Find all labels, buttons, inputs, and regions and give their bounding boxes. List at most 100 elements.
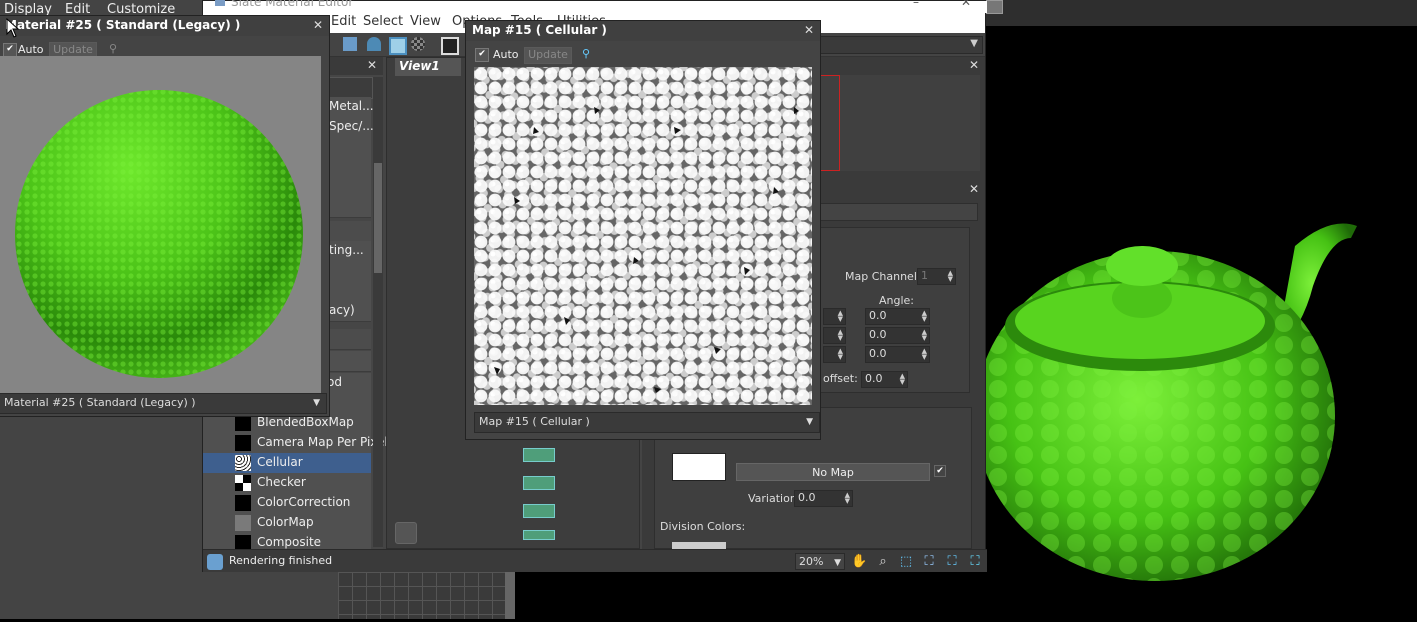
blur-offset-label: offset: <box>823 372 858 385</box>
pin-icon[interactable]: ⚲ <box>582 47 590 60</box>
cellular-swatch <box>235 455 251 471</box>
view-selector-dropdown[interactable]: ▼ <box>819 36 983 54</box>
list-item-label: Composite <box>257 535 322 549</box>
material-id-icon[interactable] <box>441 37 459 55</box>
pin-icon[interactable]: ⚲ <box>109 42 117 55</box>
slate-menu-edit[interactable]: Edit <box>331 14 356 29</box>
offset-w-spinner[interactable]: ▲ ▼ <box>823 346 846 363</box>
map-preview-window: Map #15 ( Cellular ) ✕ ✔ Auto Update ⚲ M… <box>465 20 821 440</box>
app-icon <box>985 0 1003 14</box>
auto-checkbox[interactable]: ✔ <box>3 43 17 57</box>
map-swatch <box>235 515 251 531</box>
update-button[interactable]: Update <box>524 47 572 64</box>
list-item-label: acy) <box>329 303 355 317</box>
zoom-region-icon[interactable]: ⬚ <box>898 554 914 570</box>
minimize-button[interactable]: – <box>913 0 919 9</box>
spinner-arrows-icon[interactable]: ▲ ▼ <box>845 492 850 505</box>
cellular-map-render[interactable] <box>474 67 812 405</box>
division-colors-label: Division Colors: <box>660 520 746 533</box>
angle-label: Angle: <box>879 294 915 307</box>
graph-node[interactable] <box>523 476 555 490</box>
variation-value: 0.0 <box>798 491 816 504</box>
angle-v-value: 0.0 <box>869 328 887 341</box>
offset-v-spinner[interactable]: ▲ ▼ <box>823 327 846 344</box>
zoom-dropdown[interactable]: 20% ▼ <box>795 553 845 570</box>
map-channel-label: Map Channel: <box>845 270 921 283</box>
graph-node[interactable] <box>523 504 555 518</box>
coordinates-rollout: Map Channel: 1 ▲ ▼ Angle: 0.0 ▲ ▼ 0.0 ▲ ▼ 0.0 ▲… <box>820 227 970 393</box>
browser-scrollbar[interactable] <box>373 77 383 547</box>
cell-color-map-button[interactable]: No Map <box>736 463 930 481</box>
zoom-extents-icon[interactable]: ⛶ <box>921 554 937 570</box>
angle-u-spinner[interactable]: 0.0 ▲ ▼ <box>865 308 930 325</box>
close-icon[interactable]: ✕ <box>969 58 979 72</box>
chevron-down-icon: ▼ <box>834 558 841 568</box>
auto-checkbox[interactable]: ✔ <box>475 48 489 62</box>
division-color-swatch[interactable] <box>672 542 726 549</box>
navigator-preview[interactable] <box>818 75 980 171</box>
chevron-down-icon: ▼ <box>313 398 320 408</box>
list-item-colormap[interactable]: ColorMap <box>203 513 371 534</box>
navigator-title-bar: ✕ <box>820 57 985 75</box>
close-button[interactable]: ✕ <box>961 0 971 9</box>
close-icon[interactable]: ✕ <box>804 23 814 37</box>
show-map-icon[interactable] <box>389 37 407 55</box>
hierarchy-icon[interactable] <box>367 37 381 51</box>
zoom-icon[interactable]: ⌕ <box>875 554 891 570</box>
navigator-frame <box>818 75 840 171</box>
spinner-arrows-icon[interactable]: ▲ ▼ <box>948 270 953 283</box>
material-sphere-render[interactable] <box>0 56 321 400</box>
spinner-arrows-icon[interactable]: ▲ ▼ <box>922 310 927 323</box>
spinner-arrows-icon[interactable]: ▲ ▼ <box>900 373 905 386</box>
map-channel-spinner[interactable]: 1 ▲ ▼ <box>917 268 956 285</box>
map-selector-dropdown[interactable]: Map #15 ( Cellular ) ▼ <box>474 412 820 433</box>
angle-w-value: 0.0 <box>869 347 887 360</box>
close-icon[interactable]: ✕ <box>313 18 323 32</box>
graph-node[interactable] <box>523 448 555 462</box>
list-item-label: ColorMap <box>257 515 314 529</box>
material-window-title: Material #25 ( Standard (Legacy) ) <box>5 18 241 32</box>
material-preview-window: Material #25 ( Standard (Legacy) ) ✕ ✔ A… <box>0 15 330 417</box>
list-item-checker[interactable]: Checker <box>203 473 371 494</box>
angle-w-spinner[interactable]: 0.0 ▲ ▼ <box>865 346 930 363</box>
spinner-arrows-icon[interactable]: ▲ ▼ <box>922 348 927 361</box>
list-item-cellular[interactable]: Cellular <box>203 453 371 474</box>
grid-scrollbar[interactable] <box>505 572 515 619</box>
slate-app-icon <box>215 0 225 6</box>
material-selector-label: Material #25 ( Standard (Legacy) ) <box>4 396 196 409</box>
list-item-colorcorrection[interactable]: ColorCorrection <box>203 493 371 514</box>
layout-icon[interactable] <box>343 37 357 51</box>
pan-to-selected-icon[interactable]: ⛶ <box>967 554 983 570</box>
background-icon[interactable] <box>411 37 425 51</box>
zoom-extents-selected-icon[interactable]: ⛶ <box>944 554 960 570</box>
viewport-grid <box>338 572 515 619</box>
offset-u-spinner[interactable]: ▲ ▼ <box>823 308 846 325</box>
map-enable-checkbox[interactable]: ✔ <box>934 465 946 477</box>
material-window-title-bar: Material #25 ( Standard (Legacy) ) ✕ <box>0 16 329 36</box>
cell-color-swatch[interactable] <box>672 453 726 481</box>
slate-menu-select[interactable]: Select <box>363 14 403 29</box>
list-item-label: Cellular <box>257 455 303 469</box>
param-name-field[interactable] <box>820 203 978 221</box>
perspective-viewport[interactable] <box>975 26 1417 619</box>
zoom-value: 20% <box>799 555 824 568</box>
spinner-arrows-icon[interactable]: ▲ ▼ <box>838 310 843 323</box>
tab-view1[interactable]: View1 <box>395 58 461 76</box>
pan-hand-icon[interactable]: ✋ <box>851 554 867 570</box>
variation-spinner[interactable]: 0.0 ▲ ▼ <box>794 490 853 507</box>
angle-v-spinner[interactable]: 0.0 ▲ ▼ <box>865 327 930 344</box>
sphere-render <box>15 90 303 378</box>
blur-offset-spinner[interactable]: 0.0 ▲ ▼ <box>861 371 908 388</box>
scrollbar-thumb[interactable] <box>374 163 382 273</box>
spinner-arrows-icon[interactable]: ▲ ▼ <box>838 329 843 342</box>
navigator-binoculars-icon[interactable] <box>395 522 417 544</box>
material-selector-dropdown[interactable]: Material #25 ( Standard (Legacy) ) ▼ <box>0 393 327 414</box>
close-icon[interactable]: ✕ <box>969 182 979 196</box>
slate-menu-view[interactable]: View <box>410 14 441 29</box>
graph-node[interactable] <box>523 530 555 540</box>
close-icon[interactable]: ✕ <box>367 58 377 72</box>
spinner-arrows-icon[interactable]: ▲ ▼ <box>922 329 927 342</box>
list-item-label: ting... <box>329 243 364 257</box>
list-item-camera-map[interactable]: Camera Map Per Pixel <box>203 433 388 454</box>
spinner-arrows-icon[interactable]: ▲ ▼ <box>838 348 843 361</box>
